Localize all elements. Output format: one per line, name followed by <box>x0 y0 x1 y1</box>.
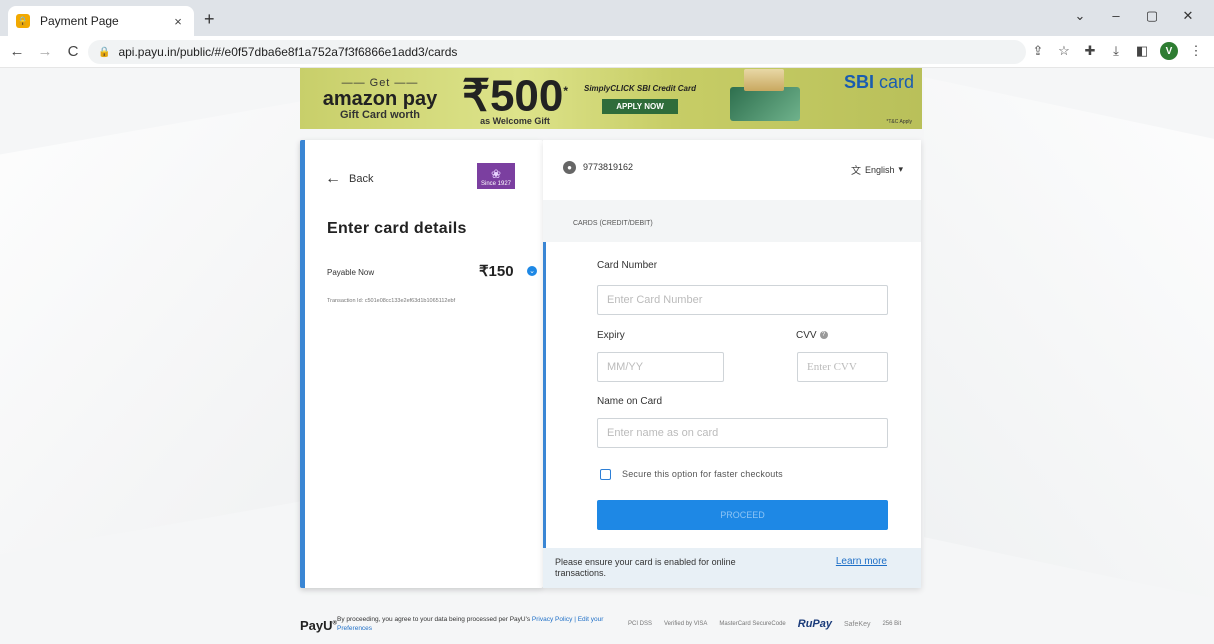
expiry-label: Expiry <box>597 330 625 341</box>
translate-icon: 文 <box>850 166 861 177</box>
chevron-down-icon[interactable]: ⌄ <box>527 266 537 276</box>
forward-arrow-icon[interactable]: → <box>34 43 56 60</box>
extensions-puzzle-icon[interactable]: ✚ <box>1082 43 1098 59</box>
merchant-logo: ❀ Since 1927 <box>477 163 515 189</box>
card-enabled-notice: Please ensure your card is enabled for o… <box>543 548 921 588</box>
restore-button[interactable]: ▢ <box>1134 8 1170 24</box>
browser-tab-bar: 🔒 Payment Page × + ⌄ – ▢ ✕ <box>0 0 1214 36</box>
merchant-emblem-icon: ❀ <box>490 167 502 181</box>
name-on-card-input[interactable]: Enter name as on card <box>597 418 888 448</box>
notice-text: Please ensure your card is enabled for o… <box>555 557 736 578</box>
payment-page: —— Get —— amazon pay Gift Card worth ₹50… <box>0 68 1214 644</box>
promo-banner[interactable]: —— Get —— amazon pay Gift Card worth ₹50… <box>300 68 922 129</box>
name-on-card-label: Name on Card <box>597 396 663 407</box>
card-number-input[interactable]: Enter Card Number <box>597 285 888 315</box>
tab-search-icon[interactable]: ⌄ <box>1062 8 1098 24</box>
verified-by-visa-badge: Verified by VISA <box>664 621 708 627</box>
caret-down-icon: ▾ <box>898 164 903 174</box>
help-icon[interactable]: ? <box>819 331 828 340</box>
banner-apply-button[interactable]: APPLY NOW <box>602 98 678 114</box>
left-arrow-icon: ← <box>325 170 341 187</box>
learn-more-link[interactable]: Learn more <box>836 556 887 567</box>
browser-address-bar: ← → C 🔒 api.payu.in/public/#/e0f57dba6e8… <box>0 36 1214 68</box>
background-shape <box>924 77 1214 599</box>
mastercard-securecode-badge: MasterCard SecureCode <box>719 621 786 627</box>
payable-amount: ₹150 <box>479 263 514 280</box>
secure-option-label[interactable]: Secure this option for faster checkouts <box>622 469 783 479</box>
banner-amazon-pay: amazon pay <box>322 87 438 110</box>
url-text: api.payu.in/public/#/e0f57dba6e8f1a752a7… <box>118 45 458 59</box>
profile-avatar[interactable]: V <box>1160 42 1178 60</box>
256-bit-badge: 256 Bit <box>882 621 902 627</box>
form-body: CARDS (CREDIT/DEBIT) Card Number Enter C… <box>543 200 921 588</box>
payu-logo: PayU® <box>300 618 337 633</box>
cvv-input[interactable]: Enter CVV <box>797 352 888 382</box>
reload-icon[interactable]: C <box>62 43 84 60</box>
expiry-input[interactable]: MM/YY <box>597 352 724 382</box>
kebab-menu-icon[interactable]: ⋮ <box>1188 43 1204 59</box>
page-title: Enter card details <box>327 220 467 237</box>
credit-card-image <box>730 68 800 121</box>
payable-label: Payable Now <box>327 268 375 277</box>
card-form-panel: ● 9773819162 文 English ▾ CARDS (CREDIT/D… <box>543 140 921 588</box>
lock-icon[interactable]: 🔒 <box>98 47 110 58</box>
background-shape <box>0 101 300 555</box>
new-tab-button[interactable]: + <box>204 10 215 28</box>
footer-consent-text: By proceeding, you agree to your data be… <box>337 616 604 632</box>
banner-product-name: SimplyCLICK SBI Credit Card <box>583 83 696 93</box>
minimize-button[interactable]: – <box>1098 8 1134 24</box>
sbi-card-logo: SBI card <box>843 72 914 92</box>
transaction-id: Transaction Id: c501e08cc133e2ef63d1b106… <box>327 298 456 304</box>
banner-tnc: *T&C Apply <box>886 119 912 125</box>
card-number-label: Card Number <box>597 260 658 271</box>
secure-option-checkbox[interactable] <box>600 469 611 480</box>
section-label: CARDS (CREDIT/DEBIT) <box>573 220 653 227</box>
banner-amount-block: ₹500* as Welcome Gift <box>460 71 570 127</box>
banner-gift-card-text: Gift Card worth <box>339 108 421 121</box>
back-button[interactable]: ← Back <box>325 170 373 188</box>
rupay-badge: RuPay <box>797 618 832 630</box>
browser-toolbar: ⇪ ☆ ✚ ⤓ ◧ V ⋮ <box>1030 42 1204 60</box>
share-icon[interactable]: ⇪ <box>1030 43 1046 59</box>
safekey-badge: SafeKey <box>844 620 871 628</box>
banner-product-block: SimplyCLICK SBI Credit Card APPLY NOW <box>570 84 710 114</box>
phone-number: 9773819162 <box>583 162 634 172</box>
gift-box-image <box>744 68 784 91</box>
banner-get-text: —— Get —— <box>341 76 419 89</box>
order-summary-panel: ← Back ❀ Since 1927 Enter card details P… <box>300 140 543 588</box>
lock-favicon-icon: 🔒 <box>16 14 30 28</box>
security-badges: PCI DSS Verified by VISA MasterCard Secu… <box>628 618 901 630</box>
back-arrow-icon[interactable]: ← <box>6 43 28 60</box>
back-label: Back <box>349 173 374 185</box>
merchant-tagline: Since 1927 <box>480 181 512 187</box>
panel-header: ● 9773819162 文 English ▾ <box>543 140 921 200</box>
language-selector[interactable]: 文 English ▾ <box>851 162 903 177</box>
close-window-button[interactable]: ✕ <box>1170 8 1206 24</box>
pci-dss-badge: PCI DSS <box>628 621 653 627</box>
privacy-policy-link[interactable]: Privacy Policy <box>532 616 572 623</box>
cvv-label: CVV? <box>796 330 828 341</box>
download-icon[interactable]: ⤓ <box>1108 43 1124 59</box>
card-form: Card Number Enter Card Number Expiry MM/… <box>543 242 921 548</box>
side-panel-icon[interactable]: ◧ <box>1134 43 1150 59</box>
window-controls: ⌄ – ▢ ✕ <box>1062 8 1206 24</box>
proceed-button[interactable]: PROCEED <box>597 500 888 530</box>
language-label: English <box>864 164 895 175</box>
user-icon: ● <box>563 161 576 174</box>
bookmark-star-icon[interactable]: ☆ <box>1056 43 1072 59</box>
tab-close-icon[interactable]: × <box>170 14 186 29</box>
tab-title: Payment Page <box>40 14 119 28</box>
banner-amount: ₹500* <box>461 71 569 121</box>
banner-amazon-block: —— Get —— amazon pay Gift Card worth <box>300 77 460 121</box>
url-omnibox[interactable]: 🔒 api.payu.in/public/#/e0f57dba6e8f1a752… <box>88 40 1026 64</box>
browser-tab[interactable]: 🔒 Payment Page × <box>8 6 194 36</box>
